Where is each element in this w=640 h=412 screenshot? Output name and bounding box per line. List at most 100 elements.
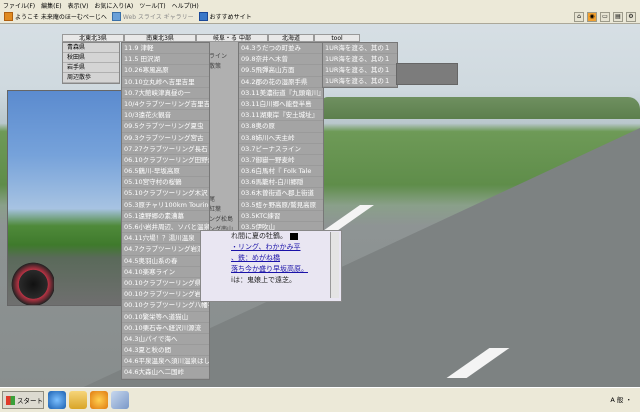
menu-item: 紅葉 (209, 206, 222, 213)
content-line: iは：鬼娘上で遠芝。 (231, 276, 296, 284)
menu-item[interactable]: 1UR海を渡る、其の１ (323, 65, 397, 76)
menu-item (208, 124, 238, 134)
print-icon[interactable]: ▭ (600, 12, 610, 22)
menu-item[interactable]: 03.11美濃街道『九頭竜川』 (239, 88, 323, 99)
menu-favorites[interactable]: お気に入り(A) (94, 1, 133, 10)
menu-item[interactable]: 00.10繁栄等へ道猫山 (122, 312, 209, 323)
menu-item[interactable]: 00.10クラブツーリング八幡平 (122, 300, 209, 312)
menu-item (208, 42, 238, 52)
menu-item[interactable]: 03.6木曽街道へ郡上街道 (239, 188, 323, 200)
tools-menu-icon[interactable]: ⚙ (626, 12, 636, 22)
pref-item[interactable]: 青森県 (63, 43, 119, 53)
menu-item[interactable]: 03.7ビーナスライン (239, 144, 323, 155)
menu-edit[interactable]: 編集(E) (41, 1, 61, 10)
menu-item[interactable]: 09.5飛彈高山方面 (239, 65, 323, 77)
menu-item[interactable]: 04.2郡の花の湿原手県 (239, 77, 323, 88)
motorcycle-image (8, 259, 54, 305)
menu-item[interactable]: 10/3遠花火観音 (122, 110, 209, 122)
dropdown-menu-chubu: 04.3うだつの町並み 09.8奈井へ木曾 09.5飛彈高山方面 04.2郡の花の湿原… (238, 42, 324, 246)
menu-item[interactable]: 06.5鶴川-早坂高原 (122, 166, 209, 178)
content-scrollbar[interactable] (330, 232, 339, 298)
pref-item[interactable]: 周辺散歩 (63, 73, 119, 83)
menu-item[interactable]: 1UR海を渡る、其の１ (323, 43, 397, 54)
menu-item[interactable]: 06.10クラブツーリング田野畑 (122, 155, 209, 167)
menu-item: ライン (209, 53, 228, 61)
menu-item[interactable]: 09.3クラブツーリング宮古 (122, 133, 209, 144)
menu-item[interactable]: 00.10クラブツーリング岩手一周 (122, 289, 209, 301)
nav-tabs: 北東北3県 南東北3県 岐阜・る 中部 北海道 tool (62, 34, 360, 42)
menu-item[interactable]: 04.11穴場！？湯川温泉 (122, 233, 209, 245)
menu-item[interactable]: 04.3夏と秋の間 (122, 345, 209, 357)
favorite-link[interactable]: おすすめサイト (198, 12, 252, 21)
menu-item[interactable]: 10.26寒風高原 (122, 65, 209, 77)
menu-item[interactable]: 1UR海を渡る、其の１ (323, 54, 397, 65)
menu-item[interactable]: 03.7御嶽一野麦峠 (239, 155, 323, 167)
menu-item[interactable]: 05.1遠野郷の素漕墓 (122, 211, 209, 222)
menu-item (208, 185, 238, 195)
menu-item[interactable]: 05.6小岩井周辺、ソバと温泉 (122, 222, 209, 234)
menu-item[interactable]: 03.5KTC練習 (239, 211, 323, 222)
folder-icon[interactable] (69, 391, 87, 409)
favorite-link[interactable]: Web スライス ギャラリー (111, 12, 194, 21)
menu-item[interactable]: 00.10クラブツーリング県地峰越 (122, 278, 209, 290)
menu-item[interactable]: 10.10立丸峠へ吉里吉里 (122, 77, 209, 88)
menu-file[interactable]: ファイル(F) (3, 1, 35, 10)
menu-item[interactable]: 03.8奥の原 (239, 121, 323, 133)
menu-item[interactable]: 03.11湖東岸『安土城址』 (239, 110, 323, 122)
tab-hokkaido[interactable]: 北海道 (268, 34, 314, 42)
menu-item[interactable]: 09.5クラブツーリング夏虫 (122, 121, 209, 133)
menu-item (208, 93, 238, 103)
rss-icon[interactable]: ◉ (587, 12, 597, 22)
menu-item[interactable]: 03.8姉川へ天主峠 (239, 133, 323, 144)
menu-item[interactable]: 05.10宮守村の桜鶴 (122, 177, 209, 189)
menu-item[interactable]: 09.8奈井へ木曾 (239, 54, 323, 66)
menu-item: 散策 (209, 63, 222, 71)
menu-item[interactable]: 03.11白川郷へ能登半島 (239, 99, 323, 111)
dropdown-menu-hokkaido: 1UR海を渡る、其の１ 1UR海を渡る、其の１ 1UR海を渡る、其の１ 1UR海を渡る… (322, 42, 398, 88)
menu-item[interactable]: 11.9 津軽 (122, 43, 209, 55)
menu-item[interactable]: 10.7大館峡津真昼の一 (122, 88, 209, 99)
menu-item[interactable]: 04.6平泉温泉へ須川温泉はしご (122, 356, 209, 368)
content-panel: れ間に夏の牡鶴。 ・リング、わかかみ平 、鉄：めがね橋 落ち今か盛り早坂高原。 … (200, 230, 342, 302)
menu-item[interactable]: 03.6馬籠村-白川郷隠 (239, 177, 323, 189)
menu-tools[interactable]: ツール(T) (139, 1, 165, 10)
menu-item[interactable]: 11.5 田沢湖 (122, 54, 209, 66)
menu-item[interactable]: 04.5奥羽山系の春 (122, 256, 209, 267)
menu-item[interactable]: 1UR海を渡る、其の１ (323, 76, 397, 87)
pref-item[interactable]: 岩手県 (63, 63, 119, 73)
menu-item[interactable]: 04.6大森山へ二国峠 (122, 367, 209, 379)
content-link[interactable]: ・リング、わかかみ平 (201, 242, 341, 253)
app-icon[interactable] (111, 391, 129, 409)
tab-gifu-chubu[interactable]: 岐阜・る 中部 (196, 34, 268, 42)
pref-item[interactable]: 秋田県 (63, 53, 119, 63)
favorite-link[interactable]: ようこそ 未来庵のほーむぺーじへ (4, 12, 107, 21)
menu-item[interactable]: 04.7クラブツーリング岩洞湖 (122, 244, 209, 256)
menu-item[interactable]: 05.10クラブツーリング木沢 (122, 188, 209, 200)
menu-view[interactable]: 表示(V) (68, 1, 89, 10)
system-tray: A 般 ・ (610, 394, 632, 404)
media-player-icon[interactable] (90, 391, 108, 409)
home-icon[interactable]: ⌂ (574, 12, 584, 22)
menu-item[interactable]: 05.3原チャリ100km Touring (122, 200, 209, 211)
menu-help[interactable]: ヘルプ(H) (172, 1, 199, 10)
ie-icon[interactable] (48, 391, 66, 409)
tab-north-tohoku[interactable]: 北東北3県 (62, 34, 124, 42)
menu-item[interactable]: 04.10楽寒ライン (122, 267, 209, 278)
menu-item[interactable]: 03.5蛭ヶ野高原/鷲見高原 (239, 200, 323, 211)
tab-tool[interactable]: tool (314, 34, 360, 42)
content-link[interactable]: 落ち今か盛り早坂高原。 (201, 264, 341, 275)
menu-item[interactable]: 04.3山パイで海へ (122, 334, 209, 346)
page-menu-icon[interactable]: ▤ (613, 12, 623, 22)
tray-text: A 般 ・ (610, 396, 632, 404)
menu-item[interactable]: 00.10栗石寺へ経沢川源流 (122, 323, 209, 334)
menu-item (208, 144, 238, 154)
tab-south-tohoku[interactable]: 南東北3県 (124, 34, 196, 42)
menu-bar: ファイル(F) 編集(E) 表示(V) お気に入り(A) ツール(T) ヘルプ(… (0, 0, 640, 10)
start-button[interactable]: スタート (2, 391, 44, 409)
menu-item[interactable]: 07.27クラブツーリング長石 (122, 144, 209, 155)
menu-item[interactable]: 03.6白馬村『 Folk Tale (239, 166, 323, 178)
menu-item[interactable]: 04.3うだつの町並み (239, 43, 323, 55)
menu-item[interactable]: 10/4クラブツーリング吉里吉里 (122, 99, 209, 111)
menu-item (208, 174, 238, 184)
content-link[interactable]: 、鉄：めがね橋 (201, 253, 341, 264)
